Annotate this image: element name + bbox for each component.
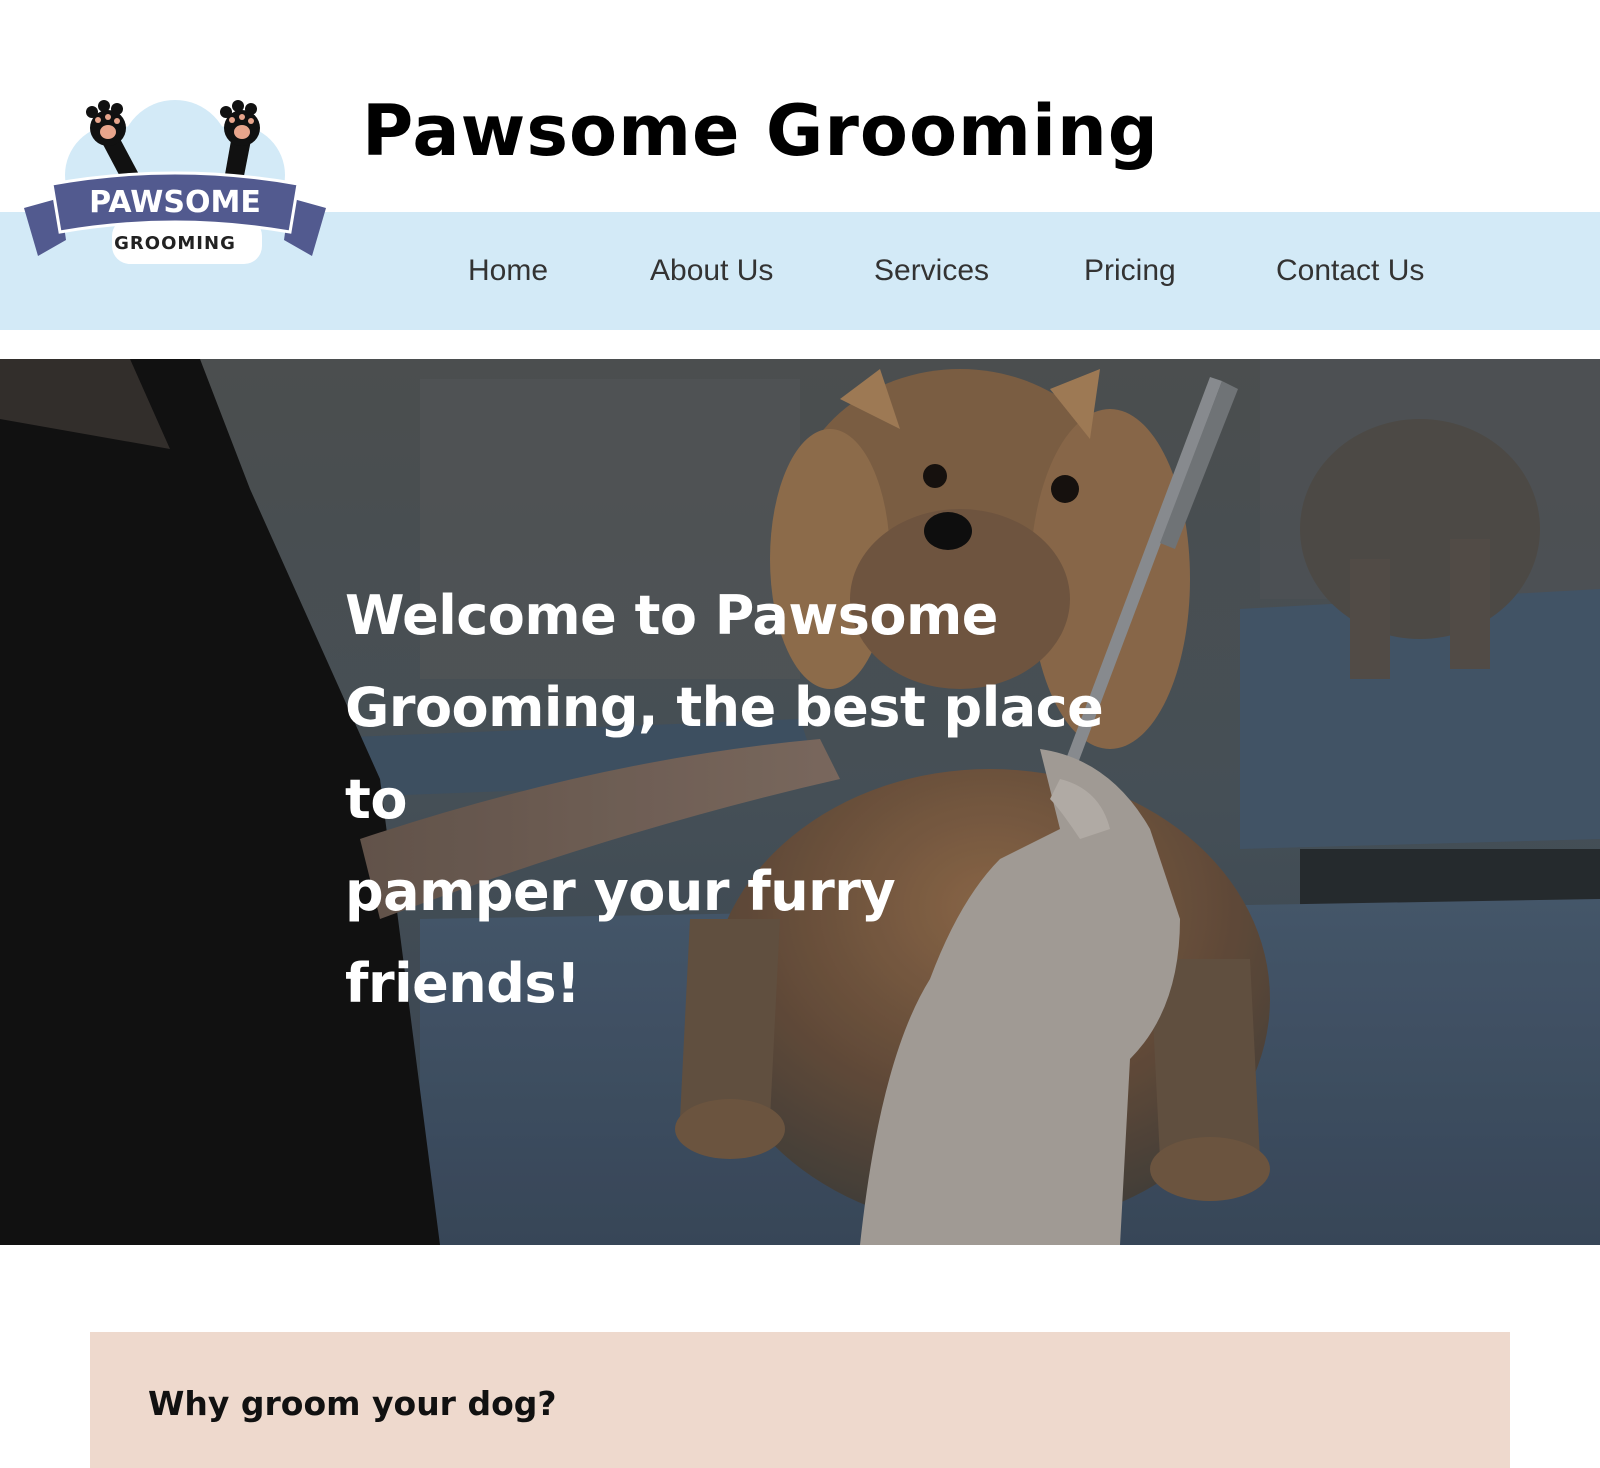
site-header: PAWSOME GROOMING Pawsome Grooming Home A… xyxy=(0,0,1600,330)
nav-home[interactable]: Home xyxy=(468,254,548,288)
nav-pricing[interactable]: Pricing xyxy=(1084,254,1176,288)
nav-about-us[interactable]: About Us xyxy=(650,254,773,288)
hero-banner: Welcome to Pawsome Grooming, the best pl… xyxy=(0,359,1600,1245)
site-title: Pawsome Grooming xyxy=(362,90,1159,172)
why-groom-heading: Why groom your dog? xyxy=(148,1384,557,1423)
hero-heading-line-3: pamper your furry friends! xyxy=(345,860,896,1015)
hero-heading-line-2: Grooming, the best place to xyxy=(345,676,1104,831)
hero-heading-line-1: Welcome to Pawsome xyxy=(345,584,998,647)
why-groom-card: Why groom your dog? xyxy=(90,1332,1510,1468)
nav-services[interactable]: Services xyxy=(874,254,989,288)
main-nav: Home About Us Services Pricing Contact U… xyxy=(0,212,1600,330)
hero-heading: Welcome to Pawsome Grooming, the best pl… xyxy=(345,570,1145,1030)
nav-contact-us[interactable]: Contact Us xyxy=(1276,254,1424,288)
